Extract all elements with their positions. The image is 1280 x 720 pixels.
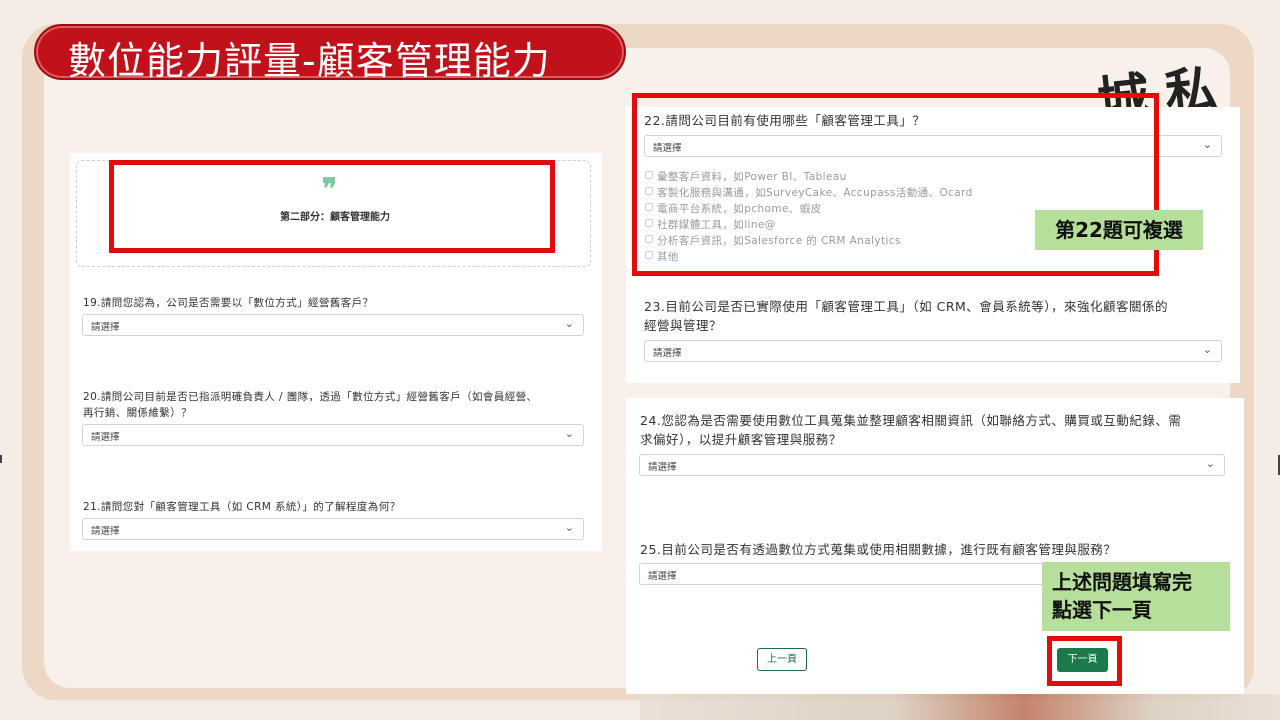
select-value: 請選擇 [91, 322, 120, 333]
question-20-select[interactable]: 請選擇 ⌄ [82, 424, 584, 446]
previous-page-button[interactable]: 上一頁 [757, 648, 807, 671]
title-banner: 數位能力評量-顧客管理能力 [34, 24, 626, 83]
select-value: 請選擇 [91, 432, 120, 443]
question-21: 21.請問您對「顧客管理工具（如 CRM 系統）」的了解程度為何？ [83, 501, 401, 513]
question-23-line1: 23.目前公司是否已實際使用「顧客管理工具」（如 CRM、會員系統等），來強化顧… [644, 299, 1169, 314]
chevron-down-icon: ⌄ [1202, 138, 1212, 151]
note-next-page-instruction: 上述問題填寫完 點選下一頁 [1042, 562, 1230, 631]
select-value: 請選擇 [648, 462, 677, 473]
slide-title: 數位能力評量-顧客管理能力 [68, 39, 551, 83]
chevron-down-icon: ⌄ [564, 427, 574, 440]
question-24-line2: 求偏好），以提升顧客管理與服務？ [640, 432, 842, 447]
select-value: 請選擇 [653, 348, 682, 359]
question-25-select[interactable]: 請選擇 [639, 563, 1049, 585]
note-line-1: 上述問題填寫完 [1052, 570, 1192, 594]
question-25: 25.目前公司是否有透過數位方式蒐集或使用相關數據，進行既有顧客管理與服務？ [640, 542, 1117, 557]
highlight-box-section-title [109, 160, 555, 253]
question-24-line1: 24.您認為是否需要使用數位工具蒐集並整理顧客相關資訊（如聯絡方式、購買或互動紀… [640, 413, 1182, 428]
select-value: 請選擇 [648, 571, 677, 582]
edge-mark-left [0, 455, 2, 463]
note-multiple-choice: 第22題可複選 [1035, 210, 1203, 250]
chevron-down-icon: ⌄ [564, 317, 574, 330]
chevron-down-icon: ⌄ [1205, 457, 1215, 470]
note-line-2: 點選下一頁 [1052, 598, 1152, 622]
highlight-box-next-button [1047, 636, 1122, 686]
question-20-line2: 再行銷、關係維繫）？ [83, 407, 192, 419]
question-19: 19.請問您認為，公司是否需要以「數位方式」經營舊客戶？ [83, 297, 374, 309]
question-20-line1: 20.請問公司目前是否已指派明確負責人 / 團隊，透過「數位方式」經營舊客戶（如… [83, 391, 538, 403]
question-23-line2: 經營與管理？ [644, 318, 723, 333]
question-19-select[interactable]: 請選擇 ⌄ [82, 314, 584, 336]
chevron-down-icon: ⌄ [564, 521, 574, 534]
question-23-select[interactable]: 請選擇 ⌄ [644, 340, 1222, 362]
chevron-down-icon: ⌄ [1202, 343, 1212, 356]
question-24-select[interactable]: 請選擇 ⌄ [639, 454, 1225, 476]
select-value: 請選擇 [91, 526, 120, 537]
question-21-select[interactable]: 請選擇 ⌄ [82, 518, 584, 540]
bottom-decoration [640, 694, 1280, 720]
